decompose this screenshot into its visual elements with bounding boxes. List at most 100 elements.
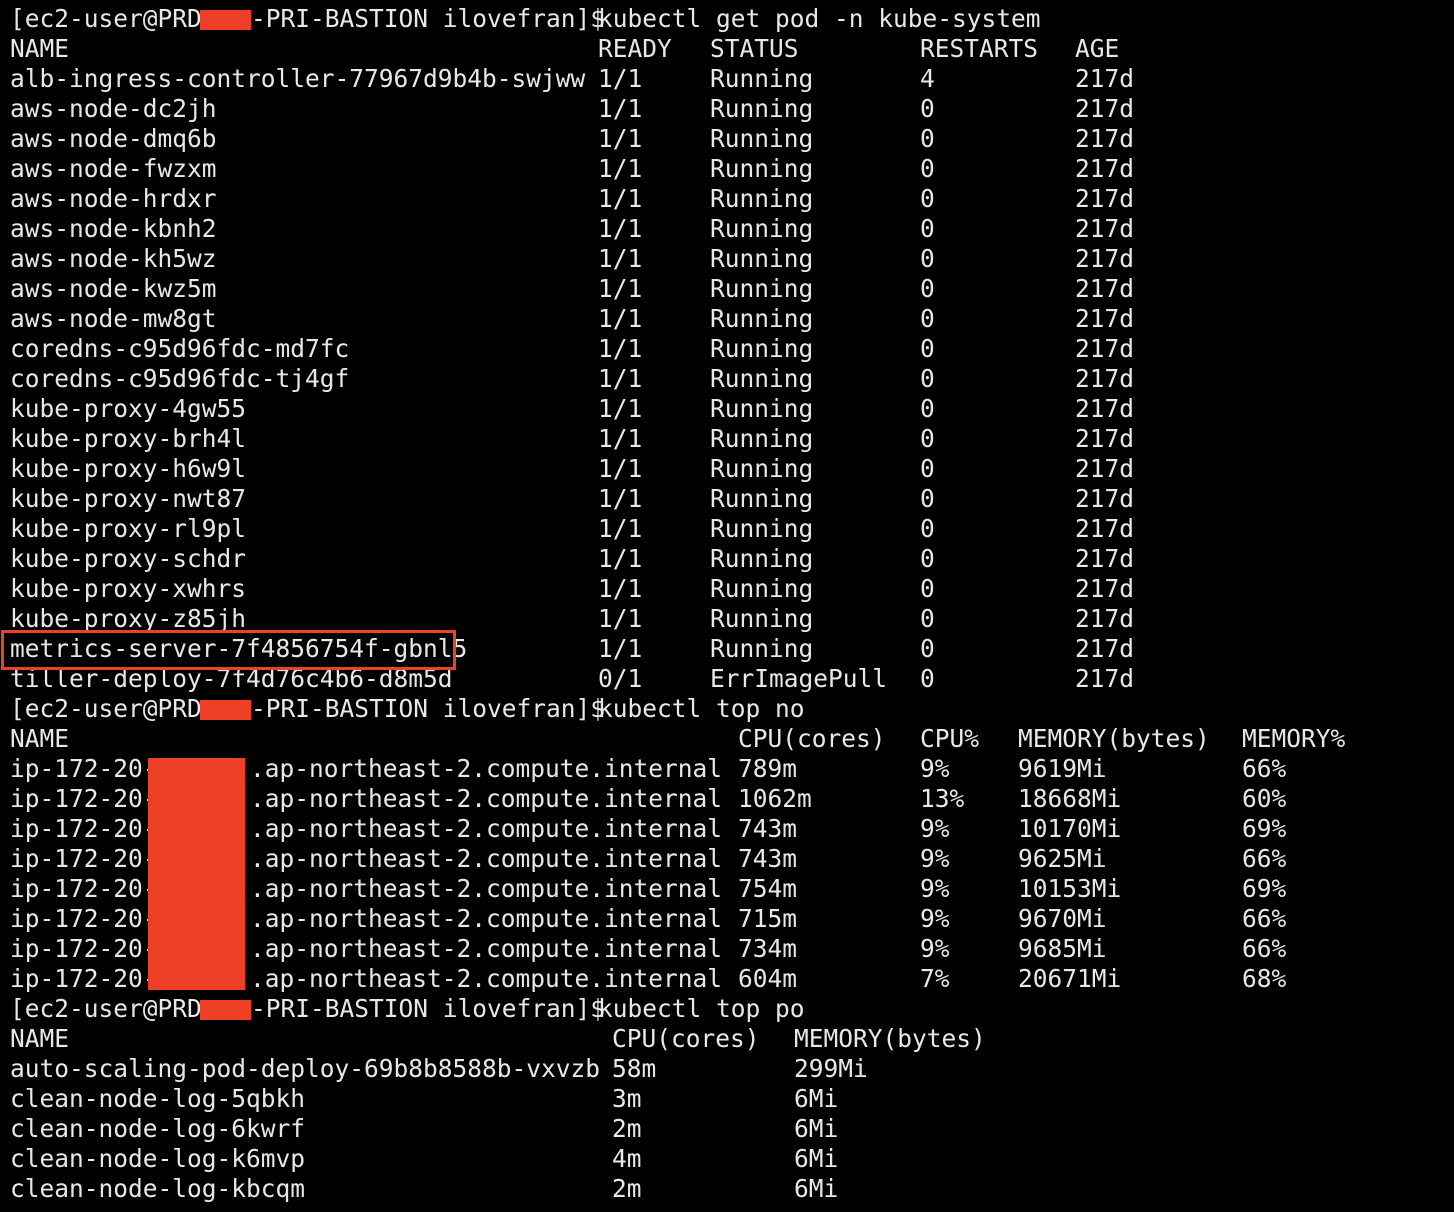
node-cpu: 715m [738,904,798,933]
pod-name: kube-proxy-h6w9l [10,454,247,483]
pod-age: 217d [1075,214,1135,243]
pod-status: Running [710,274,814,303]
pod-age: 217d [1075,64,1135,93]
pod-status: Running [710,64,814,93]
table-row: aws-node-dmq6b 1/1 Running 0 217d [0,124,1454,154]
pod-name: auto-scaling-pod-deploy-69b8b8588b-vxvzb [10,1054,601,1083]
prompt-user: [ec2-user@PRD- [10,4,217,33]
pod-status: Running [710,394,814,423]
pod-status: Running [710,124,814,153]
pod-name: kube-proxy-rl9pl [10,514,247,543]
table-row: kube-proxy-nwt87 1/1 Running 0 217d [0,484,1454,514]
pod-name: kube-proxy-4gw55 [10,394,247,423]
pod-ready: 1/1 [598,634,643,663]
table-row: coredns-c95d96fdc-md7fc 1/1 Running 0 217d [0,334,1454,364]
table-row: aws-node-dc2jh 1/1 Running 0 217d [0,94,1454,124]
pod-name: kube-proxy-z85jh [10,604,247,633]
column-header-restarts: RESTARTS [920,34,1039,63]
pod-memory: 6Mi [794,1144,839,1173]
node-memory: 10170Mi [1018,814,1122,843]
pod-ready: 1/1 [598,334,643,363]
table-row: kube-proxy-brh4l 1/1 Running 0 217d [0,424,1454,454]
node-name-prefix: ip-172-20- [10,874,158,903]
pod-restarts: 0 [920,634,935,663]
node-name-suffix: .ap-northeast-2.compute.internal [250,874,723,903]
pod-cpu: 4m [612,1144,642,1173]
table-row: alb-ingress-controller-77967d9b4b-swjww 1… [0,64,1454,94]
pod-age: 217d [1075,664,1135,693]
pod-ready: 1/1 [598,544,643,573]
prompt-user: [ec2-user@PRD- [10,994,217,1023]
table-row: kube-proxy-4gw55 1/1 Running 0 217d [0,394,1454,424]
table-row: kube-proxy-h6w9l 1/1 Running 0 217d [0,454,1454,484]
node-memory-percent: 68% [1242,964,1287,993]
pod-name: metrics-server-7f4856754f-gbnl5 [10,634,468,663]
pod-name: aws-node-fwzxm [10,154,217,183]
terminal-window[interactable]: [ec2-user@PRD- -PRI-BASTION ilovefran]$ … [0,0,1454,1212]
prompt-host: -PRI-BASTION ilovefran]$ [251,994,606,1023]
redaction-bar [200,1000,251,1020]
column-header-cpu: CPU(cores) [612,1024,760,1053]
pod-ready: 1/1 [598,364,643,393]
pod-age: 217d [1075,154,1135,183]
pod-age: 217d [1075,184,1135,213]
table-row: clean-node-log-6kwrf 2m 6Mi [0,1114,1454,1144]
pod-age: 217d [1075,514,1135,543]
node-cpu-percent: 9% [920,754,950,783]
node-cpu-percent: 9% [920,874,950,903]
node-name-suffix: .ap-northeast-2.compute.internal [250,904,723,933]
node-memory: 10153Mi [1018,874,1122,903]
pod-restarts: 0 [920,364,935,393]
node-cpu: 789m [738,754,798,783]
column-header-cpu: CPU(cores) [738,724,886,753]
table-row: kube-proxy-z85jh 1/1 Running 0 217d [0,604,1454,634]
node-cpu: 734m [738,934,798,963]
column-header-status: STATUS [710,34,799,63]
pod-status: Running [710,214,814,243]
pod-name: aws-node-hrdxr [10,184,217,213]
node-name-prefix: ip-172-20- [10,754,158,783]
pod-name: alb-ingress-controller-77967d9b4b-swjww [10,64,586,93]
column-header-memory: MEMORY(bytes) [1018,724,1210,753]
pod-status: Running [710,544,814,573]
pod-age: 217d [1075,484,1135,513]
pod-name: clean-node-log-6kwrf [10,1114,306,1143]
pod-ready: 1/1 [598,424,643,453]
pod-name: aws-node-dmq6b [10,124,217,153]
pod-restarts: 0 [920,94,935,123]
pod-name: aws-node-dc2jh [10,94,217,123]
table-row: kube-proxy-rl9pl 1/1 Running 0 217d [0,514,1454,544]
command-text: kubectl top po [598,994,805,1023]
prompt-host: -PRI-BASTION ilovefran]$ [251,4,606,33]
node-memory: 9685Mi [1018,934,1107,963]
node-cpu-percent: 9% [920,904,950,933]
redaction-bar [200,10,251,30]
pod-ready: 1/1 [598,394,643,423]
node-memory-percent: 69% [1242,874,1287,903]
redaction-bar [148,758,245,990]
pod-ready: 0/1 [598,664,643,693]
pod-restarts: 0 [920,184,935,213]
pod-ready: 1/1 [598,604,643,633]
pod-age: 217d [1075,424,1135,453]
node-name-suffix: .ap-northeast-2.compute.internal [250,784,723,813]
pod-restarts: 0 [920,394,935,423]
node-cpu-percent: 9% [920,934,950,963]
node-name-prefix: ip-172-20- [10,844,158,873]
pod-restarts: 0 [920,574,935,603]
pod-ready: 1/1 [598,274,643,303]
pod-status: Running [710,184,814,213]
pod-memory: 6Mi [794,1174,839,1203]
pod-cpu: 3m [612,1084,642,1113]
pod-restarts: 0 [920,484,935,513]
pod-ready: 1/1 [598,514,643,543]
node-cpu-percent: 9% [920,844,950,873]
pod-name: kube-proxy-brh4l [10,424,247,453]
node-memory: 9670Mi [1018,904,1107,933]
pod-age: 217d [1075,124,1135,153]
pod-memory: 6Mi [794,1114,839,1143]
pod-ready: 1/1 [598,64,643,93]
command-text: kubectl top no [598,694,805,723]
column-header-memory-percent: MEMORY% [1242,724,1346,753]
table-row: aws-node-mw8gt 1/1 Running 0 217d [0,304,1454,334]
